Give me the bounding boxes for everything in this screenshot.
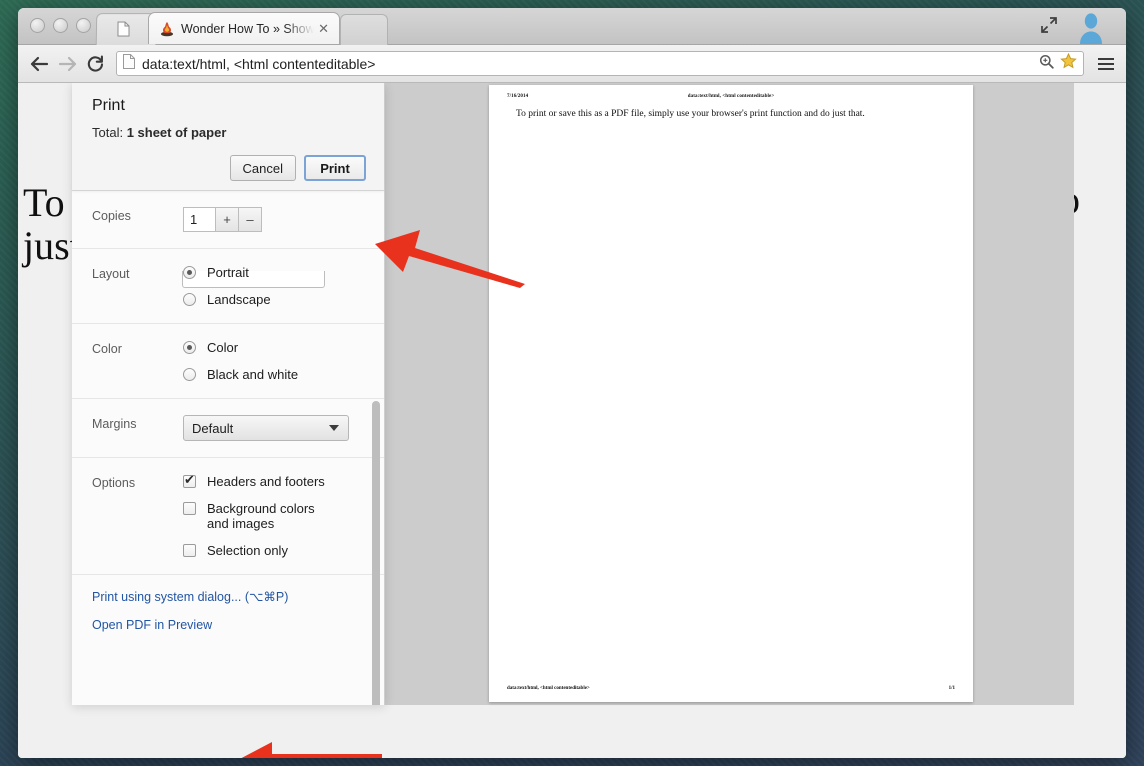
option-headers-and-footers-label: Headers and footers bbox=[207, 474, 325, 489]
radio-color[interactable] bbox=[183, 341, 196, 354]
layout-label: Layout bbox=[92, 267, 130, 281]
url-text[interactable]: data:text/html, <html contenteditable> bbox=[142, 56, 1039, 72]
preview-page-header: 7/16/2014 data:text/html, <html contente… bbox=[507, 94, 955, 99]
preview-header-center: data:text/html, <html contenteditable> bbox=[687, 94, 775, 99]
margins-select[interactable]: Default bbox=[183, 415, 349, 441]
color-option-color[interactable]: Color bbox=[183, 340, 384, 355]
flame-favicon bbox=[159, 21, 175, 37]
preview-body-text: To print or save this as a PDF file, sim… bbox=[516, 109, 865, 119]
layout-option-portrait[interactable]: Portrait bbox=[183, 265, 384, 280]
cancel-button[interactable]: Cancel bbox=[229, 155, 296, 181]
print-total-text: Total: 1 sheet of paper bbox=[92, 125, 226, 140]
window-traffic-lights bbox=[30, 18, 91, 33]
page-content-area: To just o 7/16/2014 data:text/html, <htm… bbox=[18, 83, 1126, 758]
minimize-window-button[interactable] bbox=[53, 18, 68, 33]
checkbox-headers-and-footers[interactable] bbox=[183, 473, 196, 488]
checkbox-selection-only[interactable] bbox=[183, 544, 196, 557]
print-total-prefix: Total: bbox=[92, 125, 127, 140]
copies-label: Copies bbox=[92, 209, 131, 223]
option-background-colors-and-images[interactable]: Background colors and images bbox=[183, 501, 384, 531]
copies-increment-button[interactable]: + bbox=[216, 207, 239, 232]
tab-title: Wonder How To » Show & bbox=[181, 21, 315, 36]
preview-footer-right: 1/1 bbox=[948, 686, 955, 691]
option-selection-only-label: Selection only bbox=[207, 543, 288, 558]
setting-row-color: Color Color Black and white bbox=[72, 323, 384, 398]
star-icon[interactable] bbox=[1060, 52, 1077, 74]
link-print-using-system-dialog[interactable]: Print using system dialog... (⌥⌘P) bbox=[92, 589, 384, 604]
preview-footer-left: data:text/html, <html contenteditable> bbox=[507, 686, 590, 691]
tab-wonder-how-to[interactable]: Wonder How To » Show & ✕ bbox=[148, 12, 340, 44]
print-total-value: 1 sheet of paper bbox=[126, 125, 227, 140]
fullscreen-icon[interactable] bbox=[1040, 16, 1058, 34]
layout-landscape-label: Landscape bbox=[207, 292, 271, 307]
print-button[interactable]: Print bbox=[304, 155, 366, 181]
settings-panel-scrollbar[interactable] bbox=[372, 401, 380, 705]
layout-option-landscape[interactable]: Landscape bbox=[183, 292, 384, 307]
options-label: Options bbox=[92, 476, 136, 490]
setting-row-layout: Layout Portrait Landscape bbox=[72, 248, 384, 323]
preview-page-footer: data:text/html, <html contenteditable> 1… bbox=[507, 686, 955, 691]
print-dialog-title: Print bbox=[92, 97, 125, 114]
menu-line bbox=[1098, 67, 1114, 70]
link-open-pdf-in-preview[interactable]: Open PDF in Preview bbox=[92, 618, 384, 632]
person-avatar-icon[interactable] bbox=[1074, 10, 1108, 44]
layout-portrait-label: Portrait bbox=[207, 265, 249, 280]
option-selection-only[interactable]: Selection only bbox=[183, 543, 384, 558]
print-links-section: Print using system dialog... (⌥⌘P) Open … bbox=[72, 574, 384, 646]
chevron-down-icon bbox=[329, 425, 339, 431]
setting-row-options: Options Headers and footers Background c… bbox=[72, 457, 384, 574]
close-icon[interactable]: ✕ bbox=[314, 22, 333, 35]
option-background-colors-and-images-label: Background colors and images bbox=[207, 501, 315, 531]
color-color-label: Color bbox=[207, 340, 239, 355]
reload-icon[interactable] bbox=[82, 51, 108, 77]
browser-toolbar: data:text/html, <html contenteditable> bbox=[18, 45, 1126, 83]
option-headers-and-footers[interactable]: Headers and footers bbox=[183, 473, 384, 489]
menu-line bbox=[1098, 57, 1114, 60]
tab-stub[interactable] bbox=[340, 14, 388, 45]
checkbox-background-colors-and-images[interactable] bbox=[183, 502, 196, 515]
hamburger-menu-icon[interactable] bbox=[1094, 52, 1118, 76]
maximize-window-button[interactable] bbox=[76, 18, 91, 33]
setting-row-margins: Margins Default bbox=[72, 398, 384, 457]
browser-window: Wonder How To » Show & ✕ data:text/html,… bbox=[18, 8, 1126, 758]
page-icon bbox=[116, 21, 130, 42]
color-label: Color bbox=[92, 342, 122, 356]
copies-input[interactable]: 1 bbox=[183, 207, 216, 232]
margins-label: Margins bbox=[92, 417, 137, 431]
print-dialog-buttons: Cancel Print bbox=[229, 155, 366, 181]
page-icon bbox=[123, 53, 135, 74]
menu-line bbox=[1098, 62, 1114, 65]
color-option-bw[interactable]: Black and white bbox=[183, 367, 384, 382]
zoom-in-icon[interactable] bbox=[1039, 54, 1054, 74]
radio-landscape[interactable] bbox=[183, 293, 196, 306]
color-bw-label: Black and white bbox=[207, 367, 299, 382]
preview-header-left: 7/16/2014 bbox=[507, 94, 529, 99]
print-dialog-header: Print Total: 1 sheet of paper Cancel Pri… bbox=[72, 83, 384, 191]
copies-stepper[interactable]: 1 + – bbox=[183, 207, 384, 232]
forward-arrow-icon[interactable] bbox=[54, 51, 80, 77]
close-window-button[interactable] bbox=[30, 18, 45, 33]
radio-portrait[interactable] bbox=[183, 266, 196, 279]
red-arrow-icon-to-open-pdf-link bbox=[241, 742, 382, 758]
print-preview-overlay: 7/16/2014 data:text/html, <html contente… bbox=[18, 83, 1126, 758]
margins-selected-value: Default bbox=[192, 420, 234, 436]
print-preview-pane: 7/16/2014 data:text/html, <html contente… bbox=[385, 83, 1074, 705]
setting-row-copies: Copies 1 + – bbox=[72, 191, 384, 248]
print-preview-page: 7/16/2014 data:text/html, <html contente… bbox=[489, 85, 973, 702]
tab-strip: Wonder How To » Show & ✕ bbox=[18, 8, 1126, 46]
address-bar[interactable]: data:text/html, <html contenteditable> bbox=[116, 51, 1084, 76]
back-arrow-icon[interactable] bbox=[26, 51, 52, 77]
radio-black-and-white[interactable] bbox=[183, 368, 196, 381]
copies-decrement-button[interactable]: – bbox=[239, 207, 262, 232]
